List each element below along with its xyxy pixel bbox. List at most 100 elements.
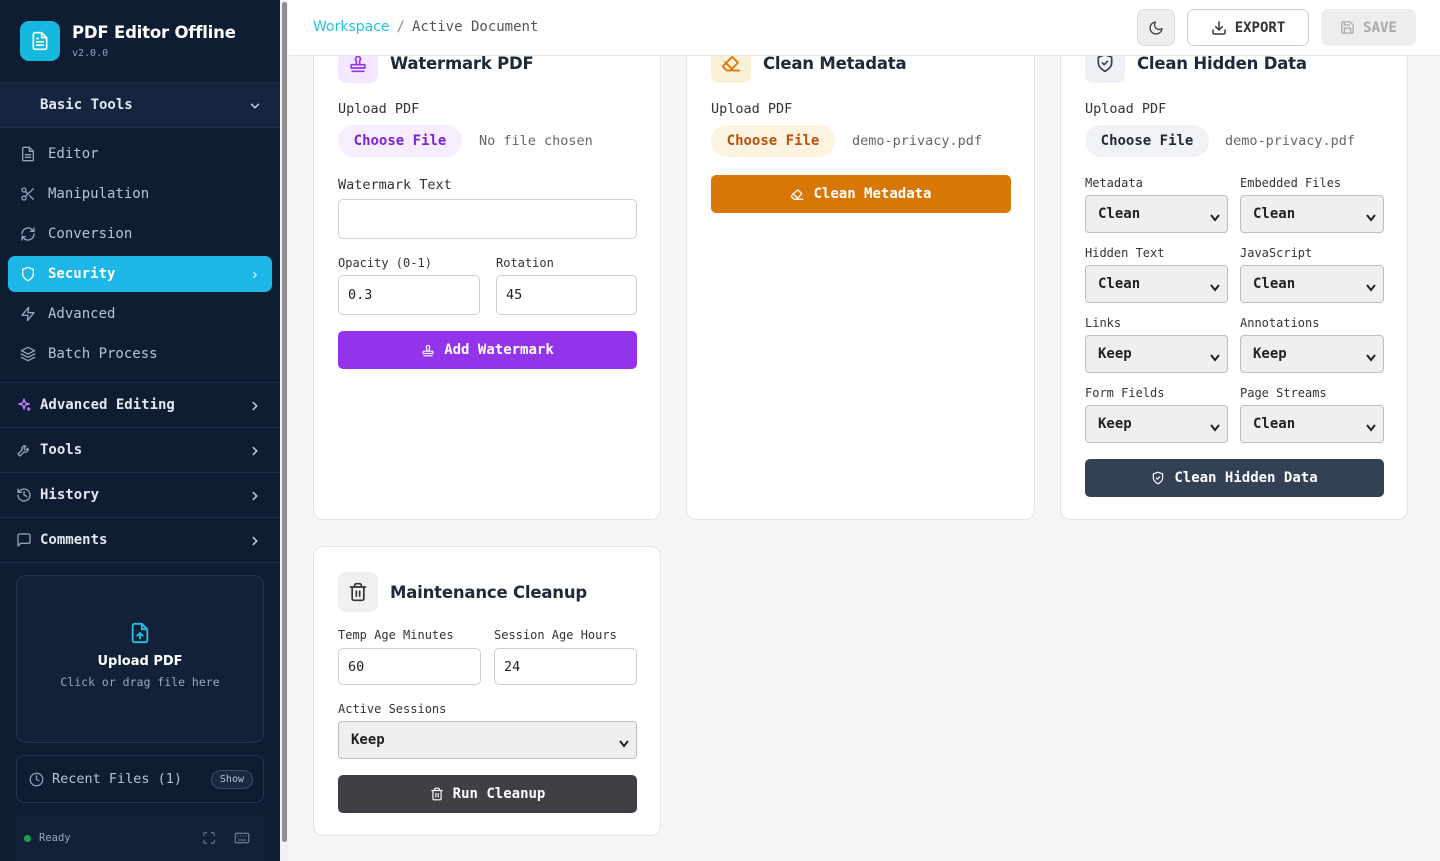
file-upload-icon: [17, 622, 263, 648]
chevron-right-icon: [248, 488, 262, 507]
upload-dropzone[interactable]: Upload PDF Click or drag file here: [16, 575, 264, 743]
section-basic-tools[interactable]: Basic Tools: [0, 83, 280, 128]
choose-file-button[interactable]: Choose File: [711, 125, 835, 157]
links-select[interactable]: Keep: [1085, 335, 1228, 373]
chevron-down-icon: [619, 736, 629, 752]
section-advanced-editing[interactable]: Advanced Editing: [0, 383, 280, 428]
hidden-text-select[interactable]: Clean: [1085, 265, 1228, 303]
select-value: Clean: [1253, 416, 1296, 432]
opacity-label: Opacity (0-1): [338, 256, 432, 270]
temp-age-input[interactable]: 60: [338, 648, 481, 685]
add-watermark-button[interactable]: Add Watermark: [338, 331, 637, 369]
field-label: Page Streams: [1240, 386, 1327, 400]
wrench-icon: [16, 442, 32, 458]
add-watermark-label: Add Watermark: [444, 342, 554, 358]
export-button[interactable]: EXPORT: [1187, 9, 1309, 46]
upload-subtitle: Click or drag file here: [60, 675, 220, 689]
section-tools[interactable]: Tools: [0, 428, 280, 473]
sidebar-item-conversion[interactable]: Conversion: [8, 216, 272, 252]
sidebar-item-label: Security: [48, 266, 116, 282]
hidden-data-card: Clean Hidden Data Upload PDF Choose File…: [1060, 30, 1408, 520]
choose-file-button[interactable]: Choose File: [1085, 125, 1209, 157]
field-label: Links: [1085, 316, 1122, 330]
breadcrumb-workspace[interactable]: Workspace: [313, 19, 390, 35]
sidebar-item-label: Manipulation: [48, 186, 150, 202]
app-logo-icon: [20, 21, 60, 61]
javascript-select[interactable]: Clean: [1240, 265, 1384, 303]
file-name: No file chosen: [479, 133, 593, 149]
clean-hidden-data-button[interactable]: Clean Hidden Data: [1085, 459, 1384, 497]
export-label: EXPORT: [1234, 19, 1286, 36]
status-bar: Ready: [16, 815, 264, 861]
metadata-select[interactable]: Clean: [1085, 195, 1228, 233]
field-label: Form Fields: [1085, 386, 1165, 400]
session-age-input[interactable]: 24: [494, 648, 637, 685]
chevron-right-icon: [250, 268, 260, 284]
refresh-icon: [20, 226, 36, 242]
status-text: Ready: [39, 832, 71, 844]
sidebar-item-editor[interactable]: Editor: [8, 136, 272, 172]
zap-icon: [20, 306, 36, 322]
clean-metadata-label: Clean Metadata: [813, 186, 932, 202]
save-button[interactable]: SAVE: [1321, 9, 1416, 46]
clean-metadata-button[interactable]: Clean Metadata: [711, 175, 1011, 213]
form-fields-select[interactable]: Keep: [1085, 405, 1228, 443]
recent-files[interactable]: Recent Files (1) Show: [16, 755, 264, 803]
sidebar: PDF Editor Offline v2.0.0 Basic Tools Ed…: [0, 0, 280, 861]
sidebar-scrollbar-thumb[interactable]: [282, 2, 287, 842]
field-label: Metadata: [1085, 176, 1143, 190]
keyboard-icon[interactable]: [234, 830, 250, 846]
chevron-down-icon: [1210, 420, 1220, 436]
breadcrumb-separator: /: [396, 19, 405, 35]
chevron-down-icon: [1210, 350, 1220, 366]
section-history[interactable]: History: [0, 473, 280, 518]
recent-files-label: Recent Files (1): [52, 771, 183, 787]
moon-icon: [1148, 20, 1164, 36]
select-value: Keep: [1098, 346, 1132, 362]
chevron-right-icon: [248, 443, 262, 462]
section-label: Comments: [40, 532, 108, 548]
file-text-icon: [20, 146, 36, 162]
active-sessions-label: Active Sessions: [338, 702, 447, 716]
run-cleanup-label: Run Cleanup: [452, 786, 546, 802]
sidebar-item-label: Editor: [48, 146, 99, 162]
file-name: demo-privacy.pdf: [1225, 133, 1356, 149]
sidebar-item-manipulation[interactable]: Manipulation: [8, 176, 272, 212]
history-icon: [16, 487, 32, 503]
fullscreen-icon[interactable]: [202, 831, 216, 845]
chevron-down-icon: [1210, 280, 1220, 296]
watermark-title: Watermark PDF: [390, 53, 534, 73]
theme-toggle-button[interactable]: [1137, 9, 1175, 46]
chevron-down-icon: [1366, 350, 1376, 366]
rotation-input[interactable]: 45: [496, 275, 637, 315]
recent-files-show-button[interactable]: Show: [210, 769, 253, 789]
run-cleanup-button[interactable]: Run Cleanup: [338, 775, 637, 813]
status-dot: [24, 834, 31, 842]
active-sessions-select[interactable]: Keep: [338, 721, 637, 759]
choose-file-button[interactable]: Choose File: [338, 125, 462, 157]
select-value: Clean: [1253, 206, 1296, 222]
save-label: SAVE: [1363, 19, 1397, 36]
sidebar-item-batch-process[interactable]: Batch Process: [8, 336, 272, 372]
watermark-text-input[interactable]: [338, 199, 637, 239]
chevron-down-icon: [1366, 210, 1376, 226]
watermark-text-label: Watermark Text: [338, 177, 452, 193]
sidebar-item-advanced[interactable]: Advanced: [8, 296, 272, 332]
page-streams-select[interactable]: Clean: [1240, 405, 1384, 443]
sidebar-item-security[interactable]: Security: [8, 256, 272, 292]
embedded-files-select[interactable]: Clean: [1240, 195, 1384, 233]
select-value: Keep: [351, 732, 385, 748]
field-label: Embedded Files: [1240, 176, 1342, 190]
opacity-input[interactable]: 0.3: [338, 275, 480, 315]
hidden-data-title: Clean Hidden Data: [1137, 53, 1307, 73]
app-title: PDF Editor Offline: [72, 23, 236, 42]
file-name: demo-privacy.pdf: [852, 133, 983, 149]
sparkles-icon: [16, 397, 32, 413]
sidebar-item-label: Batch Process: [48, 346, 158, 362]
annotations-select[interactable]: Keep: [1240, 335, 1384, 373]
maintenance-card: Maintenance Cleanup Temp Age Minutes Ses…: [313, 546, 661, 836]
upload-label: Upload PDF: [711, 101, 793, 117]
watermark-card: Watermark PDF Upload PDF Choose File No …: [313, 30, 661, 520]
section-comments[interactable]: Comments: [0, 518, 280, 563]
chevron-down-icon: [1210, 210, 1220, 226]
